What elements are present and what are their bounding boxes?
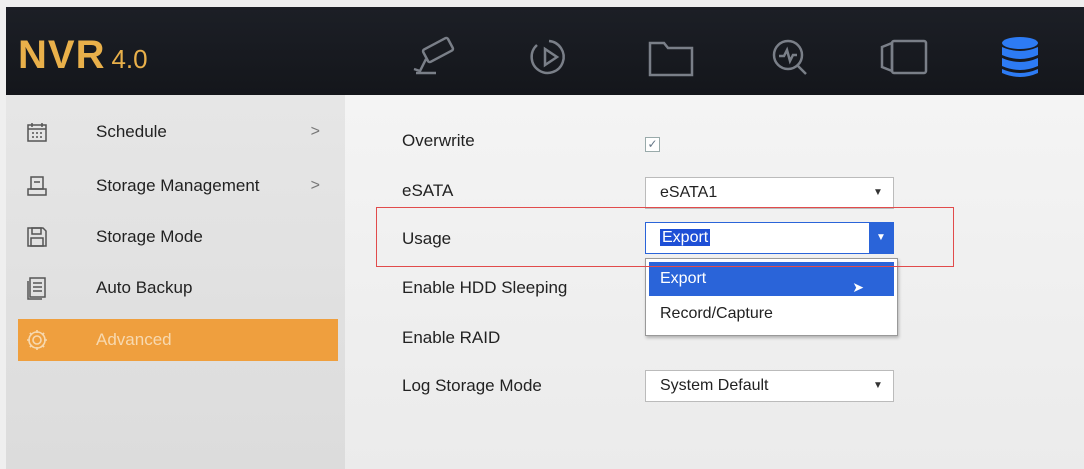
chevron-down-icon: ▼ (873, 187, 883, 198)
sidebar-item-label: Schedule (96, 122, 167, 141)
option-label: Record/Capture (660, 305, 773, 322)
chevron-down-icon: ▼ (873, 380, 883, 391)
option-label: Export (660, 270, 707, 287)
hdd-sleeping-label: Enable HDD Sleeping (402, 278, 568, 297)
overwrite-checkbox[interactable]: ✓ (645, 137, 660, 152)
camera-icon[interactable] (406, 35, 462, 79)
sidebar-item-auto-backup[interactable]: Auto Backup (18, 267, 338, 309)
nvr-screen: NVR 4.0 Schedule > Storage Management > … (0, 0, 1084, 469)
chevron-right-icon: > (310, 123, 320, 140)
esata-label: eSATA (402, 181, 454, 200)
brand-version: 4.0 (111, 44, 148, 74)
raid-label: Enable RAID (402, 328, 501, 347)
gear-icon (22, 325, 52, 355)
advanced-settings-panel: Overwrite ✓ eSATA eSATA1 ▼ Usage Export … (345, 95, 1084, 469)
log-storage-label: Log Storage Mode (402, 376, 542, 395)
esata-select[interactable]: eSATA1 ▼ (645, 177, 894, 209)
calendar-icon (22, 117, 52, 147)
sidebar-item-label: Auto Backup (96, 278, 193, 297)
search-icon[interactable] (762, 35, 818, 79)
sidebar-item-storage-management[interactable]: Storage Management > (18, 165, 338, 207)
annotation-highlight-box (376, 207, 954, 267)
brand-logo: NVR 4.0 (18, 33, 148, 78)
esata-value: eSATA1 (660, 184, 718, 201)
video-camera-icon[interactable] (876, 35, 932, 79)
sidebar-item-label: Advanced (96, 330, 172, 349)
folder-icon[interactable] (642, 35, 698, 79)
log-storage-select[interactable]: System Default ▼ (645, 370, 894, 402)
storage-database-icon[interactable] (992, 35, 1048, 79)
sidebar-item-advanced[interactable]: Advanced (18, 319, 338, 361)
brand-name: NVR (18, 33, 106, 77)
sidebar-item-label: Storage Management (96, 176, 260, 195)
usage-dropdown-menu: Export ➤ Record/Capture (645, 258, 898, 336)
sidebar: Schedule > Storage Management > Storage … (6, 95, 345, 469)
sidebar-item-label: Storage Mode (96, 227, 203, 246)
mouse-cursor-icon: ➤ (852, 279, 864, 295)
overwrite-label: Overwrite (402, 131, 475, 150)
usage-option-export[interactable]: Export ➤ (649, 262, 894, 296)
document-icon (22, 273, 52, 303)
floppy-icon (22, 222, 52, 252)
hdd-icon (22, 171, 52, 201)
chevron-right-icon: > (310, 177, 320, 194)
log-storage-value: System Default (660, 377, 769, 394)
top-bar: NVR 4.0 (6, 7, 1084, 95)
sidebar-item-storage-mode[interactable]: Storage Mode (18, 216, 338, 258)
playback-icon[interactable] (521, 35, 577, 79)
sidebar-item-schedule[interactable]: Schedule > (18, 111, 338, 153)
